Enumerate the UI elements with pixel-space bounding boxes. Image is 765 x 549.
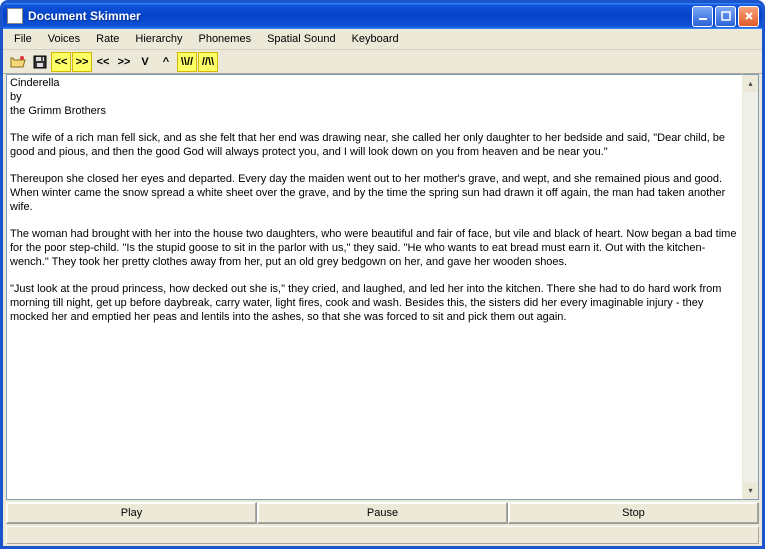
play-button[interactable]: Play — [6, 502, 257, 524]
scroll-track[interactable] — [743, 92, 758, 482]
toolbar: << >> << >> V ^ \\// //\\ — [3, 50, 762, 74]
scroll-down-button[interactable]: ▾ — [743, 482, 758, 499]
stop-button[interactable]: Stop — [508, 502, 759, 524]
title-bar[interactable]: Document Skimmer — [3, 3, 762, 29]
chevron-up-icon: ▴ — [748, 79, 752, 88]
status-bar — [6, 526, 759, 544]
app-icon — [7, 8, 23, 24]
mark2-button[interactable]: //\\ — [198, 52, 218, 72]
vertical-scrollbar[interactable]: ▴ ▾ — [742, 74, 759, 500]
menu-phonemes[interactable]: Phonemes — [191, 31, 258, 47]
next-button[interactable]: >> — [114, 52, 134, 72]
menu-voices[interactable]: Voices — [41, 31, 87, 47]
folder-open-icon — [10, 55, 26, 69]
window-controls — [692, 6, 759, 27]
up-button[interactable]: ^ — [156, 52, 176, 72]
playback-controls: Play Pause Stop — [3, 500, 762, 526]
chevron-down-icon: ▾ — [748, 486, 752, 495]
menu-hierarchy[interactable]: Hierarchy — [128, 31, 189, 47]
document-text-area[interactable]: Cinderella by the Grimm Brothers The wif… — [6, 74, 742, 500]
pause-button[interactable]: Pause — [257, 502, 508, 524]
menu-keyboard[interactable]: Keyboard — [345, 31, 406, 47]
maximize-button[interactable] — [715, 6, 736, 27]
menu-spatial-sound[interactable]: Spatial Sound — [260, 31, 343, 47]
menu-file[interactable]: File — [7, 31, 39, 47]
close-button[interactable] — [738, 6, 759, 27]
scroll-up-button[interactable]: ▴ — [743, 75, 758, 92]
menu-rate[interactable]: Rate — [89, 31, 126, 47]
open-button[interactable] — [7, 52, 29, 72]
content-area: Cinderella by the Grimm Brothers The wif… — [3, 74, 762, 500]
close-icon — [744, 11, 754, 21]
next-fast-button[interactable]: >> — [72, 52, 92, 72]
down-button[interactable]: V — [135, 52, 155, 72]
app-window: Document Skimmer File Voices Rate Hierar… — [0, 0, 765, 549]
maximize-icon — [721, 11, 731, 21]
save-button[interactable] — [30, 52, 50, 72]
prev-fast-button[interactable]: << — [51, 52, 71, 72]
minimize-icon — [698, 11, 708, 21]
floppy-disk-icon — [33, 55, 47, 69]
prev-button[interactable]: << — [93, 52, 113, 72]
mark1-button[interactable]: \\// — [177, 52, 197, 72]
minimize-button[interactable] — [692, 6, 713, 27]
window-title: Document Skimmer — [28, 9, 692, 23]
menu-bar: File Voices Rate Hierarchy Phonemes Spat… — [3, 29, 762, 50]
